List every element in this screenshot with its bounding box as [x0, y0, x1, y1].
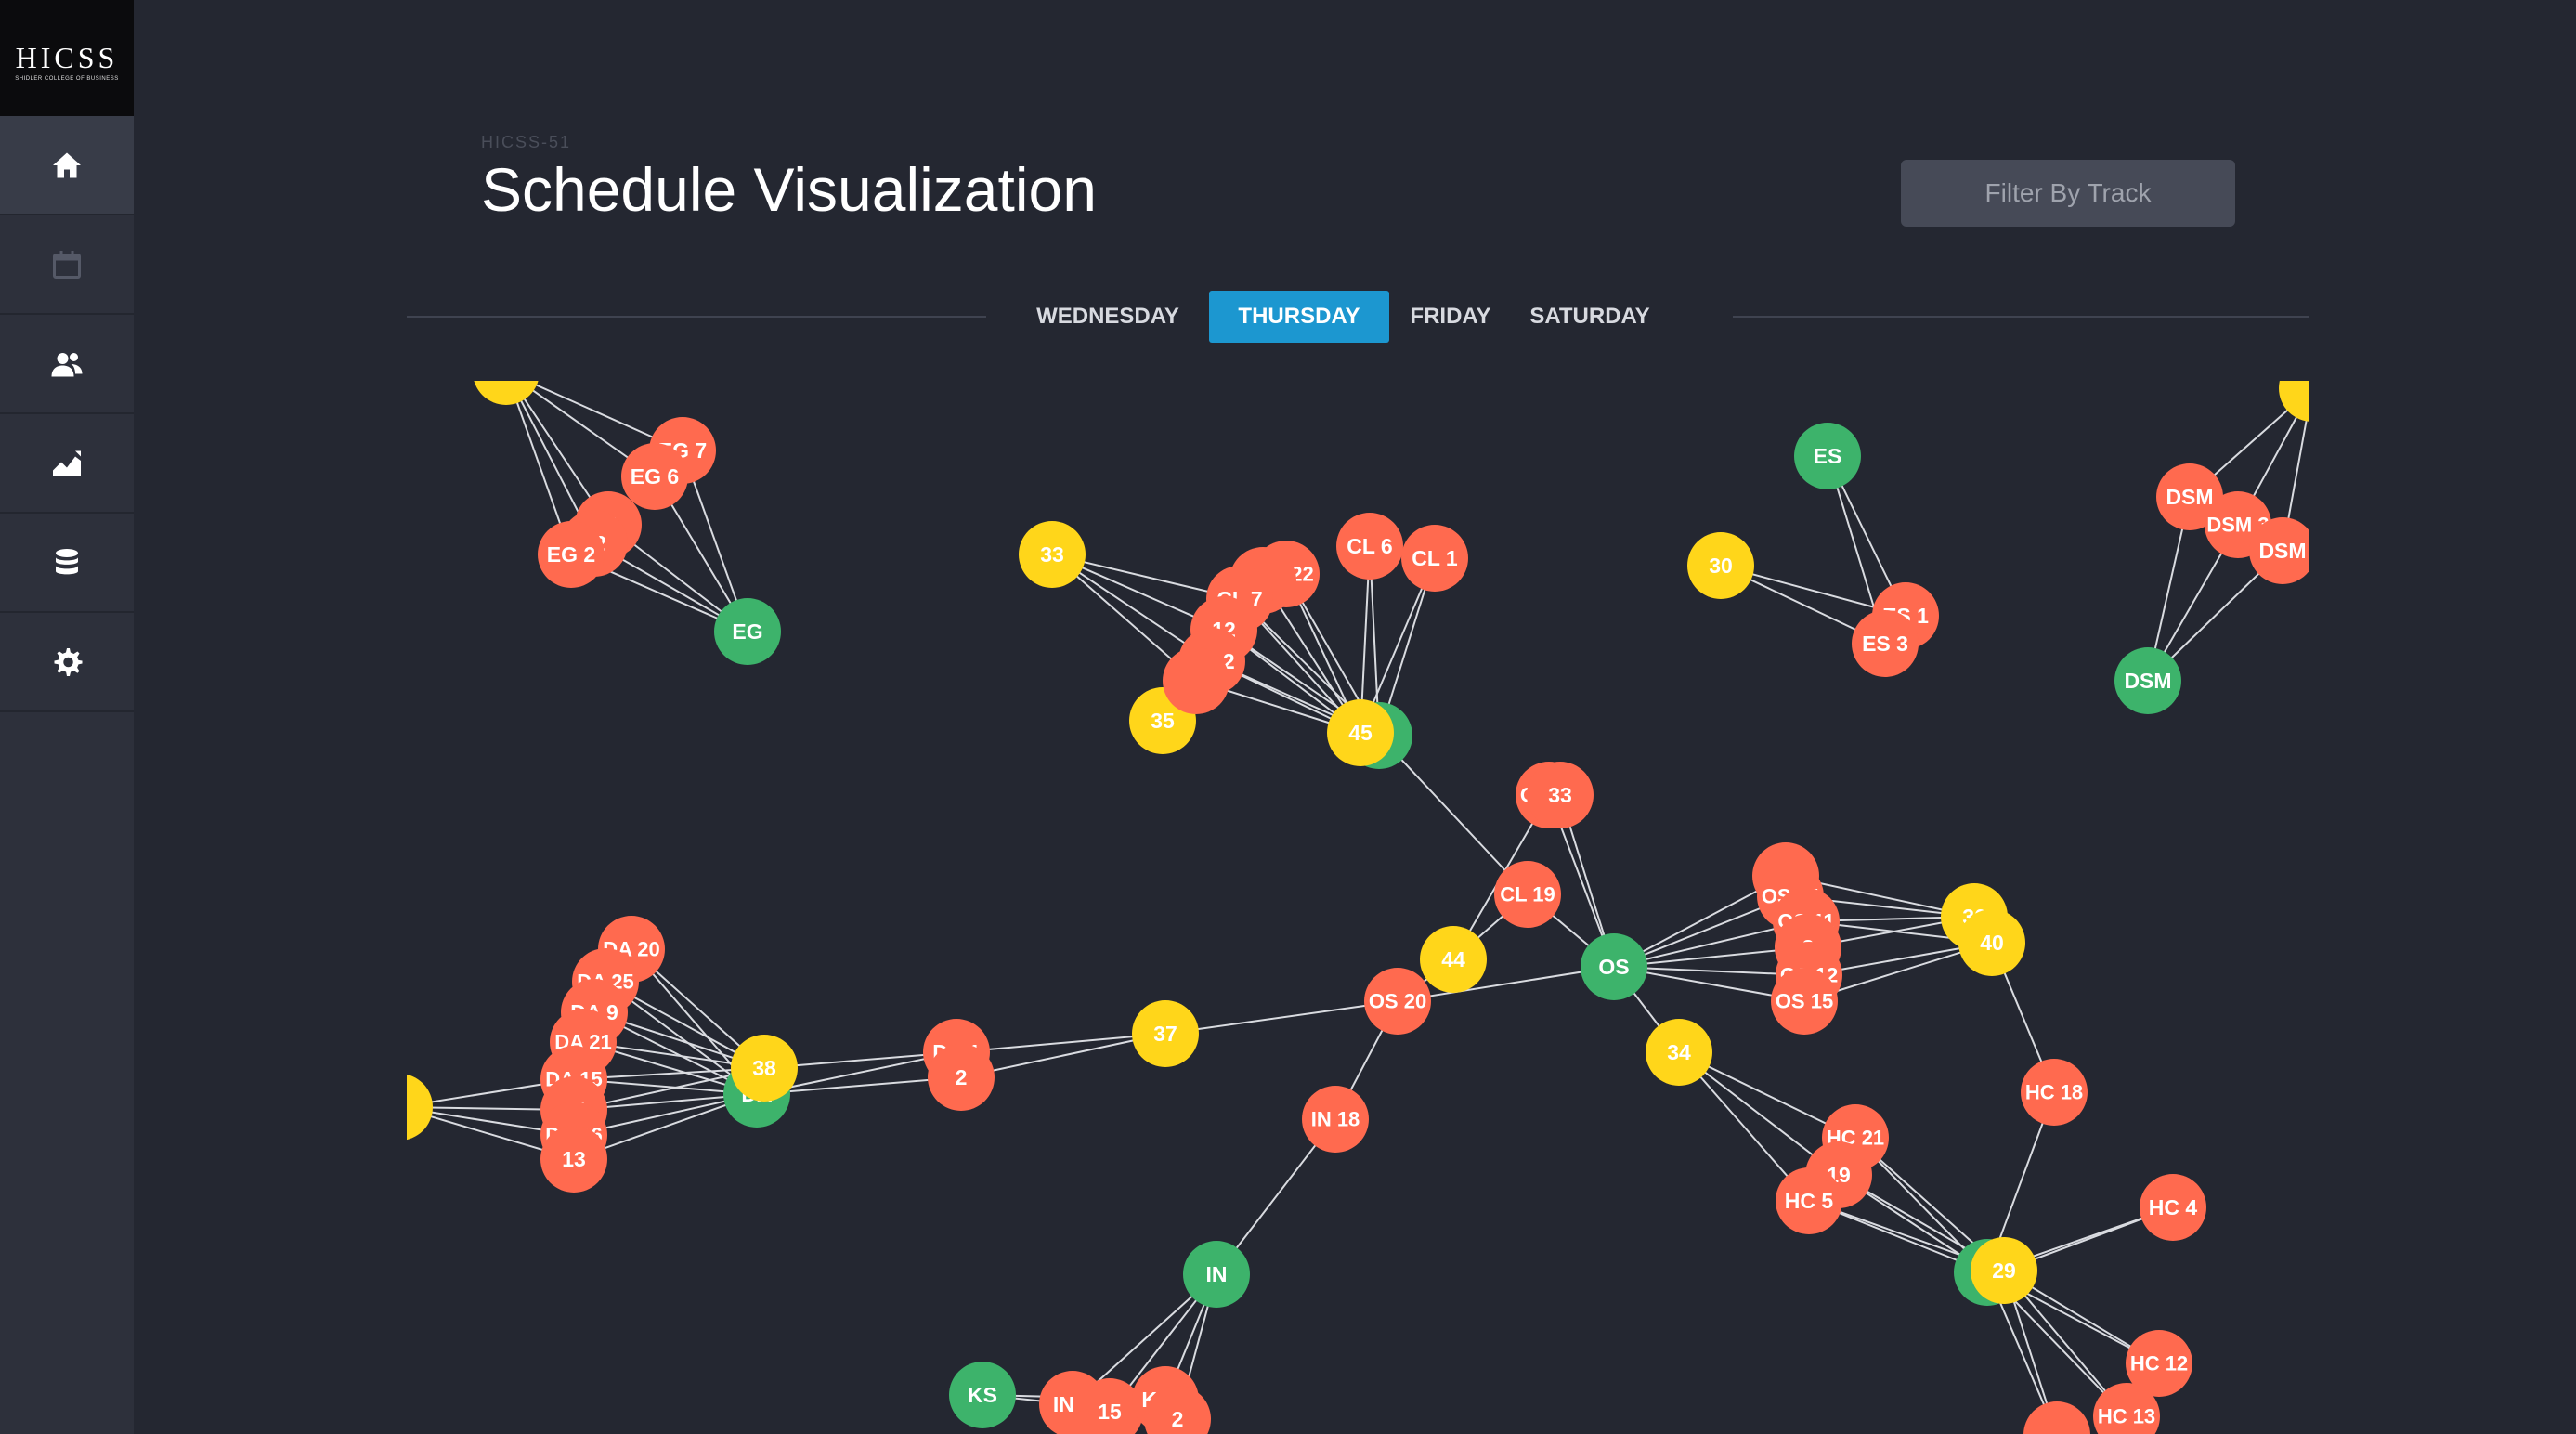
graph-edge	[1164, 1000, 1399, 1035]
node-label: 2	[956, 1065, 968, 1089]
node-label: OS	[1598, 955, 1629, 979]
session-node[interactable]: HC 4	[2140, 1174, 2206, 1241]
node-label: 2	[1172, 1407, 1184, 1431]
node-label: 40	[1980, 931, 2004, 955]
node-label: 29	[1992, 1258, 2016, 1283]
track-node[interactable]: IN	[1183, 1241, 1250, 1308]
time-node[interactable]: 30	[1687, 532, 1754, 599]
track-node[interactable]: OS	[1581, 933, 1647, 1000]
node-label: OS 20	[1369, 990, 1426, 1013]
session-node[interactable]	[2023, 1401, 2090, 1434]
session-node[interactable]: ES 3	[1852, 610, 1919, 677]
time-node[interactable]: 33	[1019, 521, 1086, 588]
time-node[interactable]	[473, 338, 540, 405]
schedule-network-graph[interactable]: EGEG 7EG 61112EG 2333545CL 22CL 712CL 2C…	[0, 0, 2576, 1434]
node-label: EG	[732, 619, 762, 644]
session-node[interactable]: 33	[1527, 762, 1594, 828]
time-node[interactable]: 29	[1971, 1237, 2037, 1304]
session-node[interactable]: DSM	[2249, 517, 2316, 584]
node-label: IN	[1206, 1262, 1228, 1286]
node-label: ES	[1814, 444, 1842, 468]
session-node[interactable]: CL 19	[1494, 861, 1561, 928]
track-node[interactable]: EG	[714, 598, 781, 665]
node-label: CL 6	[1347, 534, 1392, 558]
node-label: CL 1	[1412, 546, 1458, 570]
session-node[interactable]: HC 5	[1776, 1167, 1842, 1234]
track-node[interactable]: ES	[1794, 423, 1861, 489]
node-label: 45	[1348, 721, 1373, 745]
node-label: EG 6	[631, 464, 679, 489]
node-label: IN 18	[1311, 1108, 1360, 1131]
session-node[interactable]	[1163, 647, 1229, 714]
track-node[interactable]: KS	[949, 1362, 1016, 1428]
node-label: DSM	[2258, 539, 2306, 563]
node-label: EG 2	[547, 542, 595, 567]
time-node[interactable]: 34	[1646, 1019, 1712, 1086]
node-label: DSM	[2166, 485, 2213, 509]
node-label: HC 13	[2098, 1405, 2155, 1428]
time-node[interactable]: 40	[1958, 909, 2025, 976]
node-label: HC 5	[1785, 1189, 1834, 1213]
node-label: ES 3	[1862, 632, 1908, 656]
session-node[interactable]: IN 18	[1302, 1086, 1369, 1153]
time-node-circle[interactable]	[2279, 355, 2346, 422]
session-node-circle[interactable]	[2023, 1401, 2090, 1434]
time-node[interactable]: 37	[1132, 1000, 1199, 1067]
session-node[interactable]: EG 2	[538, 521, 605, 588]
node-label: KS	[968, 1383, 997, 1407]
node-label: 38	[752, 1056, 776, 1080]
session-node[interactable]: OS 15	[1771, 968, 1838, 1035]
node-label: 33	[1040, 542, 1064, 567]
session-node[interactable]: 2	[928, 1044, 995, 1111]
graph-nodes: EGEG 7EG 61112EG 2333545CL 22CL 712CL 2C…	[366, 338, 2346, 1434]
time-node-circle[interactable]	[473, 338, 540, 405]
time-node[interactable]	[2279, 355, 2346, 422]
node-label: 37	[1153, 1022, 1177, 1046]
node-label: HC 4	[2149, 1195, 2198, 1219]
time-node[interactable]: 44	[1420, 926, 1487, 993]
session-node[interactable]: 13	[540, 1126, 607, 1193]
time-node[interactable]: 45	[1327, 699, 1394, 766]
node-label: 30	[1709, 554, 1733, 578]
node-label: 15	[1098, 1400, 1122, 1424]
session-node-circle[interactable]	[1163, 647, 1229, 714]
session-node[interactable]: EG 6	[621, 443, 688, 510]
session-node[interactable]: CL 1	[1401, 525, 1468, 592]
session-node[interactable]: OS 20	[1364, 968, 1431, 1035]
time-node[interactable]	[366, 1074, 433, 1141]
time-node-circle[interactable]	[366, 1074, 433, 1141]
node-label: OS 15	[1776, 990, 1833, 1013]
track-node[interactable]: DSM	[2114, 647, 2181, 714]
time-node[interactable]: 38	[731, 1035, 798, 1102]
session-node[interactable]: CL 6	[1336, 513, 1403, 580]
node-label: 34	[1667, 1040, 1691, 1064]
node-label: 35	[1151, 709, 1175, 733]
node-label: 33	[1548, 783, 1572, 807]
node-label: DSM	[2124, 669, 2171, 693]
node-label: 13	[562, 1147, 586, 1171]
node-label: 44	[1441, 947, 1465, 971]
node-label: HC 12	[2130, 1352, 2188, 1375]
node-label: CL 19	[1500, 883, 1555, 906]
session-node[interactable]: HC 18	[2021, 1059, 2088, 1126]
node-label: HC 18	[2025, 1081, 2083, 1104]
